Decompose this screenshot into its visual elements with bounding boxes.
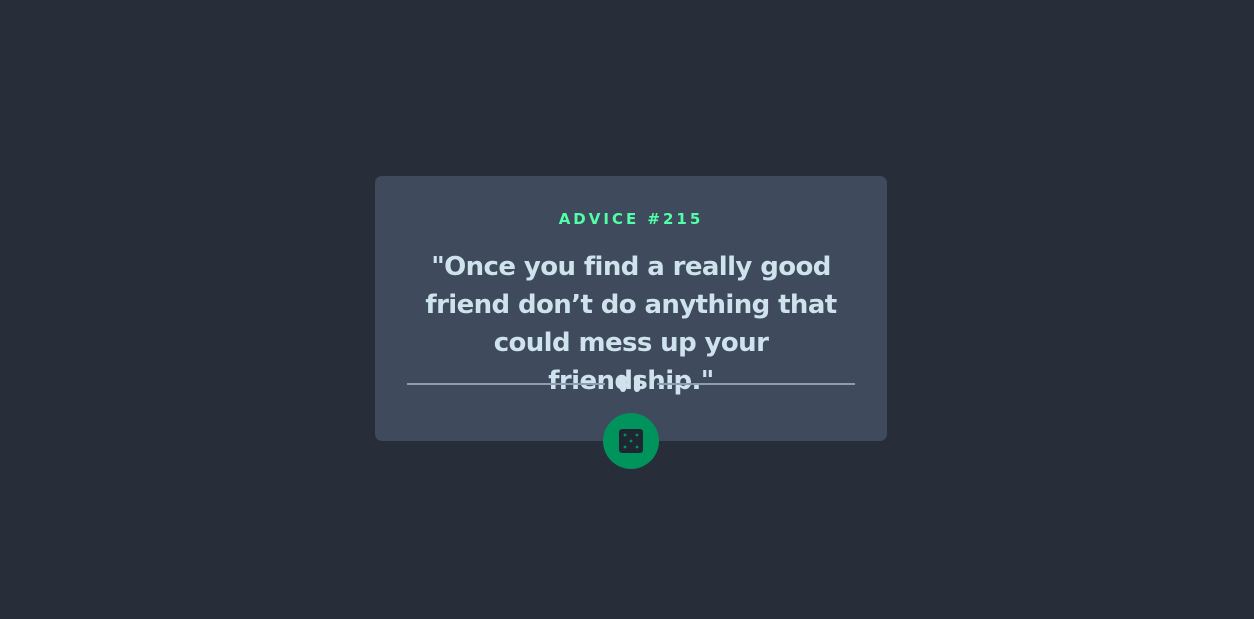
divider-line-right <box>657 383 855 385</box>
divider-line-left <box>407 383 605 385</box>
advice-number: ADVICE #215 <box>558 210 704 228</box>
dice-icon <box>619 429 643 453</box>
pause-bar-right <box>634 375 640 392</box>
pause-bar-left <box>620 375 626 392</box>
pause-icon <box>620 375 642 393</box>
page: ADVICE #215 "Once you find a really good… <box>0 0 1254 619</box>
divider <box>407 375 855 393</box>
advice-card: ADVICE #215 "Once you find a really good… <box>375 176 887 441</box>
generate-advice-button[interactable] <box>603 413 659 469</box>
